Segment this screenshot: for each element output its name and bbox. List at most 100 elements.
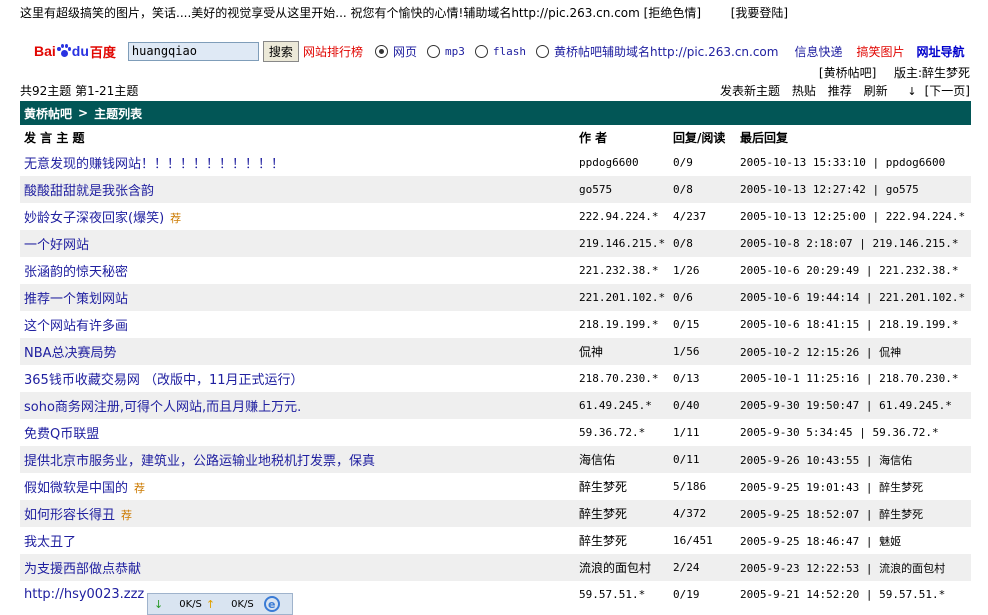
table-row: 这个网站有许多画 218.19.199.* 0/15 2005-10-6 18:41:… <box>20 311 971 338</box>
topic-title-link[interactable]: 这个网站有许多画 <box>24 319 128 334</box>
replies-cell: 4/237 <box>669 203 736 230</box>
last-reply-cell: 2005-9-25 18:52:07 | 醉生梦死 <box>736 500 971 527</box>
author-cell[interactable]: 219.146.215.* <box>575 230 669 257</box>
bar-name-link[interactable]: [黄桥帖吧] <box>819 66 876 80</box>
topic-title-link[interactable]: NBA总决赛局势 <box>24 346 117 361</box>
topic-title-link[interactable]: 妙龄女子深夜回家(爆笑) <box>24 211 164 226</box>
author-cell[interactable]: 59.36.72.* <box>575 419 669 446</box>
funny-pics-link[interactable]: 搞笑图片 <box>856 43 904 60</box>
topic-title-link[interactable]: http://hsy0023.zzz <box>24 587 144 602</box>
search-input[interactable] <box>127 41 259 61</box>
baidu-logo[interactable]: Bai du 百度 <box>34 42 116 61</box>
replies-cell: 0/19 <box>669 581 736 608</box>
replies-cell: 0/8 <box>669 176 736 203</box>
topic-cell: 免费Q币联盟 <box>20 419 575 446</box>
topic-title-link[interactable]: 免费Q币联盟 <box>24 427 99 442</box>
author-cell[interactable]: 222.94.224.* <box>575 203 669 230</box>
last-reply-cell: 2005-10-13 15:33:10 | ppdog6600 <box>736 149 971 176</box>
author-cell[interactable]: 醉生梦死 <box>575 500 669 527</box>
topic-title-link[interactable]: 365钱币收藏交易网 （改版中，11月正式运行） <box>24 373 304 388</box>
refuse-porn-link[interactable]: [拒绝色情] <box>644 6 701 20</box>
topic-title-link[interactable]: 一个好网站 <box>24 238 89 253</box>
radio-icon[interactable] <box>426 44 440 58</box>
replies-cell: 0/15 <box>669 311 736 338</box>
table-row: 妙龄女子深夜回家(爆笑) 荐 222.94.224.* 4/237 2005-10-13… <box>20 203 971 230</box>
replies-cell: 0/8 <box>669 230 736 257</box>
site-ranking-link[interactable]: 网站排行榜 <box>303 43 363 60</box>
refresh-link[interactable]: 刷新 <box>864 84 888 98</box>
topic-actions: 发表新主题 热贴 推荐 刷新 ↓ [下一页] <box>712 82 970 99</box>
last-reply-cell: 2005-10-6 20:29:49 | 221.232.38.* <box>736 257 971 284</box>
table-row: 提供北京市服务业，建筑业，公路运输业地税机打发票，保真 海信佑 0/11 2005-9… <box>20 446 971 473</box>
header-last-reply: 最后回复 <box>736 125 971 149</box>
breadcrumb-current: 主题列表 <box>94 106 143 121</box>
last-reply-cell: 2005-9-30 5:34:45 | 59.36.72.* <box>736 419 971 446</box>
quick-news-link[interactable]: 信息快递 <box>794 43 842 60</box>
last-reply-cell: 2005-10-2 12:15:26 | 侃神 <box>736 338 971 365</box>
topic-cell: 推荐一个策划网站 <box>20 284 575 311</box>
replies-cell: 0/40 <box>669 392 736 419</box>
author-cell[interactable]: 海信佑 <box>575 446 669 473</box>
author-cell[interactable]: 61.49.245.* <box>575 392 669 419</box>
topic-cell: 我太丑了 <box>20 527 575 554</box>
radio-selected-icon[interactable] <box>374 44 388 58</box>
radio-flash[interactable]: flash <box>474 44 526 58</box>
topic-cell: 假如微软是中国的荐 <box>20 473 575 500</box>
radio-icon[interactable] <box>474 44 488 58</box>
arrow-down-icon: ↓ <box>907 85 917 98</box>
replies-cell: 5/186 <box>669 473 736 500</box>
table-row: 无意发现的赚钱网站！！！！！！！！！！！ ppdog6600 0/9 2005-10-… <box>20 149 971 176</box>
topic-count: 共92主题 第1-21主题 <box>20 84 139 98</box>
table-row: NBA总决赛局势 侃神 1/56 2005-10-2 12:15:26 | 侃神 <box>20 338 971 365</box>
radio-aux-domain[interactable]: 黄桥帖吧辅助域名http://pic.263.cn.com <box>535 43 778 60</box>
breadcrumb: 黄桥帖吧 > 主题列表 <box>20 101 971 125</box>
replies-cell: 0/6 <box>669 284 736 311</box>
topic-title-link[interactable]: soho商务网注册,可得个人网站,而且月赚上万元. <box>24 400 301 415</box>
topic-cell: 这个网站有许多画 <box>20 311 575 338</box>
replies-cell: 16/451 <box>669 527 736 554</box>
header-topic: 发 言 主 题 <box>20 125 575 149</box>
last-reply-cell: 2005-10-6 18:41:15 | 218.19.199.* <box>736 311 971 338</box>
upload-speed: 0K/S <box>231 598 254 610</box>
recommend-link[interactable]: 推荐 <box>828 84 852 98</box>
author-cell[interactable]: 流浪的面包村 <box>575 554 669 581</box>
topic-title-link[interactable]: 张涵韵的惊天秘密 <box>24 265 128 280</box>
topic-title-link[interactable]: 酸酸甜甜就是我张含韵 <box>24 184 154 199</box>
topic-cell: 张涵韵的惊天秘密 <box>20 257 575 284</box>
topic-cell: 无意发现的赚钱网站！！！！！！！！！！！ <box>20 149 575 176</box>
author-cell[interactable]: 醉生梦死 <box>575 527 669 554</box>
topic-table: 发 言 主 题 作 者 回复/阅读 最后回复 无意发现的赚钱网站！！！！！！！！… <box>20 125 971 608</box>
topic-title-link[interactable]: 为支援西部做点恭献 <box>24 562 141 577</box>
topic-title-link[interactable]: 如何形容长得丑 <box>24 508 115 523</box>
author-cell[interactable]: 侃神 <box>575 338 669 365</box>
topic-title-link[interactable]: 提供北京市服务业，建筑业，公路运输业地税机打发票，保真 <box>24 454 375 469</box>
author-cell[interactable]: ppdog6600 <box>575 149 669 176</box>
radio-icon[interactable] <box>535 44 549 58</box>
author-cell[interactable]: 218.19.199.* <box>575 311 669 338</box>
bar-info: [黄桥帖吧] 版主:醉生梦死 <box>819 64 970 81</box>
breadcrumb-root[interactable]: 黄桥帖吧 <box>24 105 72 122</box>
last-reply-cell: 2005-10-1 11:25:16 | 218.70.230.* <box>736 365 971 392</box>
author-cell[interactable]: go575 <box>575 176 669 203</box>
topic-title-link[interactable]: 推荐一个策划网站 <box>24 292 128 307</box>
ie-icon[interactable]: e <box>263 596 280 612</box>
radio-mp3[interactable]: mp3 <box>426 44 465 58</box>
radio-web[interactable]: 网页 <box>374 43 417 60</box>
topic-title-link[interactable]: 无意发现的赚钱网站！！！！！！！！！！！ <box>24 157 284 172</box>
author-cell[interactable]: 221.201.102.* <box>575 284 669 311</box>
new-topic-link[interactable]: 发表新主题 <box>720 84 780 98</box>
author-cell[interactable]: 218.70.230.* <box>575 365 669 392</box>
next-page-link[interactable]: ↓ [下一页] <box>899 84 970 98</box>
author-cell[interactable]: 221.232.38.* <box>575 257 669 284</box>
author-cell[interactable]: 醉生梦死 <box>575 473 669 500</box>
search-button[interactable]: 搜索 <box>262 40 299 62</box>
topic-title-link[interactable]: 我太丑了 <box>24 535 76 550</box>
table-row: 为支援西部做点恭献 流浪的面包村 2/24 2005-9-23 12:22:53 | … <box>20 554 971 581</box>
download-arrow-icon: ↓ <box>154 597 164 611</box>
site-nav-link[interactable]: 网址导航 <box>917 43 965 60</box>
login-link[interactable]: [我要登陆] <box>731 6 788 20</box>
replies-cell: 1/26 <box>669 257 736 284</box>
hot-posts-link[interactable]: 热贴 <box>792 84 816 98</box>
topic-title-link[interactable]: 假如微软是中国的 <box>24 481 128 496</box>
author-cell[interactable]: 59.57.51.* <box>575 581 669 608</box>
